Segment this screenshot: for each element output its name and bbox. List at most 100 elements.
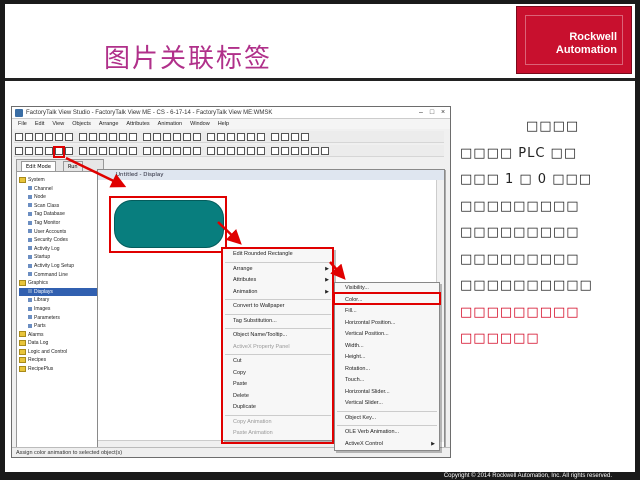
menu-help[interactable]: Help: [218, 121, 229, 127]
standard-tool-icon[interactable]: [129, 133, 137, 141]
drawing-tool-icon[interactable]: [217, 147, 225, 155]
tree-node[interactable]: Alarms: [19, 331, 101, 340]
standard-tool-icon[interactable]: [89, 133, 97, 141]
drawing-tool-icon[interactable]: [193, 147, 201, 155]
menu-item[interactable]: Vertical Position...: [335, 329, 439, 341]
drawing-tool-icon[interactable]: [311, 147, 319, 155]
tab-edit-mode[interactable]: Edit Mode: [21, 161, 56, 171]
standard-tool-icon[interactable]: [55, 133, 63, 141]
tree-node[interactable]: Activity Log Setup: [19, 262, 101, 271]
tree-node[interactable]: Displays: [19, 287, 101, 297]
standard-tool-icon[interactable]: [119, 133, 127, 141]
menu-item[interactable]: Width...: [335, 341, 439, 353]
standard-tool-icon[interactable]: [183, 133, 191, 141]
drawing-tool-icon[interactable]: [271, 147, 279, 155]
drawing-tool-icon[interactable]: [281, 147, 289, 155]
close-icon[interactable]: ×: [438, 108, 448, 117]
drawing-tool-icon[interactable]: [291, 147, 299, 155]
standard-tool-icon[interactable]: [99, 133, 107, 141]
drawing-tool-icon[interactable]: [65, 147, 73, 155]
standard-tool-icon[interactable]: [15, 133, 23, 141]
menu-item[interactable]: Horizontal Position...: [335, 318, 439, 330]
drawing-tool-icon[interactable]: [247, 147, 255, 155]
tab-run[interactable]: Run: [63, 161, 83, 171]
standard-tool-icon[interactable]: [281, 133, 289, 141]
standard-tool-icon[interactable]: [45, 133, 53, 141]
drawing-tool-icon[interactable]: [173, 147, 181, 155]
standard-tool-icon[interactable]: [163, 133, 171, 141]
menu-item[interactable]: Horizontal Slider...: [335, 387, 439, 399]
standard-tool-icon[interactable]: [237, 133, 245, 141]
maximize-icon[interactable]: □: [427, 108, 437, 117]
standard-tool-icon[interactable]: [291, 133, 299, 141]
drawing-tool-icon[interactable]: [207, 147, 215, 155]
tree-node[interactable]: Tag Monitor: [19, 219, 101, 228]
menu-item[interactable]: Object Key...: [335, 413, 439, 425]
drawing-tool-icon[interactable]: [99, 147, 107, 155]
tree-node[interactable]: Startup: [19, 253, 101, 262]
standard-tool-icon[interactable]: [193, 133, 201, 141]
drawing-tool-icon[interactable]: [129, 147, 137, 155]
menu-file[interactable]: File: [18, 121, 27, 127]
standard-tool-icon[interactable]: [25, 133, 33, 141]
menu-window[interactable]: Window: [190, 121, 210, 127]
drawing-tool-icon[interactable]: [45, 147, 53, 155]
tree-node[interactable]: Logic and Control: [19, 348, 101, 357]
tree-node[interactable]: Command Line: [19, 271, 101, 280]
tree-node[interactable]: Node: [19, 193, 101, 202]
drawing-tool-icon[interactable]: [301, 147, 309, 155]
minimize-icon[interactable]: –: [416, 108, 426, 117]
tree-node[interactable]: Activity Log: [19, 245, 101, 254]
standard-tool-icon[interactable]: [173, 133, 181, 141]
drawing-tool-icon[interactable]: [321, 147, 329, 155]
tree-node[interactable]: Parts: [19, 322, 101, 331]
tree-node[interactable]: Library: [19, 296, 101, 305]
standard-tool-icon[interactable]: [301, 133, 309, 141]
menu-item[interactable]: Vertical Slider...: [335, 398, 439, 410]
menu-item[interactable]: Rotation...: [335, 364, 439, 376]
standard-tool-icon[interactable]: [109, 133, 117, 141]
menu-item[interactable]: ActiveX Control ▶: [335, 439, 439, 451]
tree-node[interactable]: Parameters: [19, 314, 101, 323]
drawing-tool-icon[interactable]: [79, 147, 87, 155]
standard-tool-icon[interactable]: [217, 133, 225, 141]
drawing-tool-icon[interactable]: [237, 147, 245, 155]
drawing-tool-icon[interactable]: [143, 147, 151, 155]
drawing-tool-icon[interactable]: [183, 147, 191, 155]
drawing-tool-icon[interactable]: [35, 147, 43, 155]
drawing-tool-icon[interactable]: [25, 147, 33, 155]
tree-node[interactable]: System: [19, 176, 101, 185]
drawing-tool-icon[interactable]: [119, 147, 127, 155]
standard-tool-icon[interactable]: [247, 133, 255, 141]
standard-tool-icon[interactable]: [143, 133, 151, 141]
standard-tool-icon[interactable]: [271, 133, 279, 141]
drawing-tool-icon[interactable]: [227, 147, 235, 155]
tree-node[interactable]: Scan Class: [19, 202, 101, 211]
menu-attributes[interactable]: Attributes: [126, 121, 149, 127]
drawing-tool-icon[interactable]: [15, 147, 23, 155]
tree-node[interactable]: Graphics: [19, 279, 101, 288]
drawing-tool-icon[interactable]: [153, 147, 161, 155]
tree-node[interactable]: Channel: [19, 185, 101, 194]
drawing-tool-icon[interactable]: [89, 147, 97, 155]
tree-node[interactable]: Images: [19, 305, 101, 314]
menu-view[interactable]: View: [52, 121, 64, 127]
menu-edit[interactable]: Edit: [35, 121, 44, 127]
menu-item[interactable]: Fill...: [335, 306, 439, 318]
menu-item[interactable]: Height...: [335, 352, 439, 364]
standard-tool-icon[interactable]: [227, 133, 235, 141]
menu-objects[interactable]: Objects: [72, 121, 91, 127]
tree-node[interactable]: Recipes: [19, 356, 101, 365]
drawing-tool-icon[interactable]: [163, 147, 171, 155]
menu-animation[interactable]: Animation: [158, 121, 182, 127]
menu-item[interactable]: OLE Verb Animation...: [335, 427, 439, 439]
standard-tool-icon[interactable]: [65, 133, 73, 141]
tree-node[interactable]: Tag Database: [19, 210, 101, 219]
standard-tool-icon[interactable]: [79, 133, 87, 141]
menu-item[interactable]: Touch...: [335, 375, 439, 387]
drawing-tool-icon[interactable]: [109, 147, 117, 155]
standard-tool-icon[interactable]: [257, 133, 265, 141]
tree-node[interactable]: User Accounts: [19, 228, 101, 237]
tree-node[interactable]: Security Codes: [19, 236, 101, 245]
tree-node[interactable]: RecipePlus: [19, 365, 101, 374]
